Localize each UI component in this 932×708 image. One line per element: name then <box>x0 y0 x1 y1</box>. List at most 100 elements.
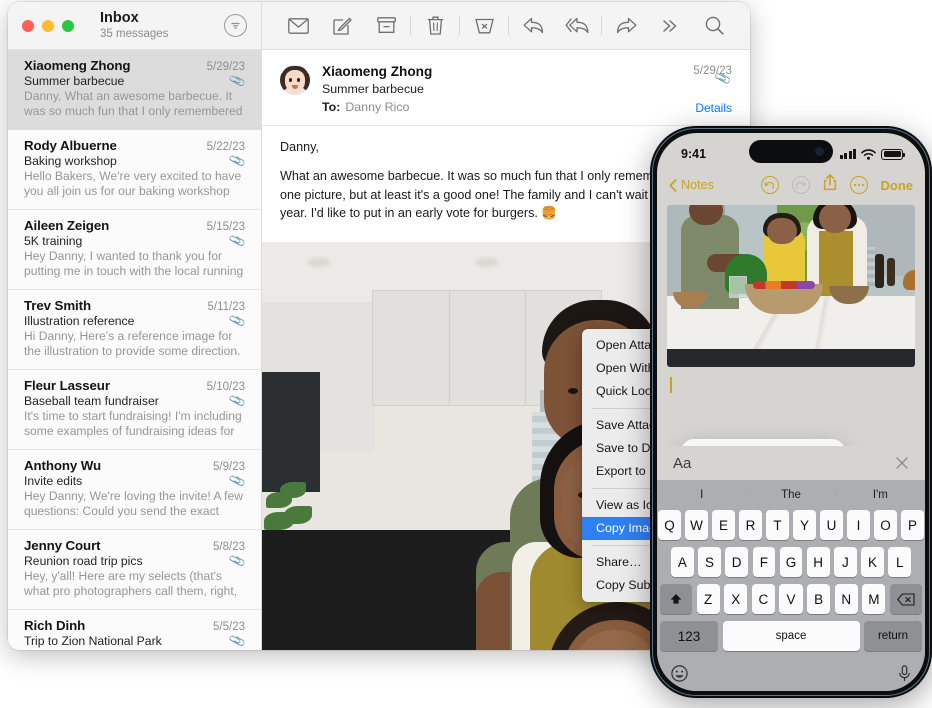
get-mail-icon[interactable] <box>276 11 320 41</box>
key-l[interactable]: L <box>888 547 912 577</box>
return-key[interactable]: return <box>864 621 922 651</box>
message-item-sender: Rich Dinh <box>24 618 86 633</box>
undo-icon[interactable] <box>760 176 779 194</box>
ellipsis-circle-icon[interactable] <box>849 176 868 194</box>
message-list[interactable]: Xiaomeng Zhong 5/29/23 Summer barbecue 📎 Dan… <box>8 50 261 650</box>
notes-done-button[interactable]: Done <box>881 178 914 193</box>
key-c[interactable]: C <box>751 584 775 614</box>
mailbox-heading: Inbox 35 messages <box>100 10 168 41</box>
key-k[interactable]: K <box>861 547 884 577</box>
key-r[interactable]: R <box>739 510 762 540</box>
space-key[interactable]: space <box>722 621 860 651</box>
minimize-window-button[interactable] <box>42 19 54 32</box>
message-item-subject: Illustration reference <box>24 314 135 328</box>
microphone-icon[interactable] <box>898 664 911 682</box>
key-j[interactable]: J <box>834 547 857 577</box>
key-v[interactable]: V <box>779 584 803 614</box>
reply-icon[interactable] <box>511 11 555 41</box>
message-list-item[interactable]: Fleur Lasseur 5/10/23 Baseball team fundra… <box>8 370 261 450</box>
share-icon[interactable] <box>823 174 837 196</box>
key-q[interactable]: Q <box>658 510 681 540</box>
prediction-item[interactable]: I'm <box>835 489 925 501</box>
key-o[interactable]: O <box>874 510 897 540</box>
window-traffic-lights <box>22 19 74 32</box>
message-item-sender: Rody Albuerne <box>24 138 117 153</box>
paperclip-icon: 📎 <box>228 551 247 571</box>
message-header-meta: 5/29/23 📎 Details <box>654 64 732 115</box>
notes-back-button[interactable]: Notes <box>669 178 714 192</box>
message-item-subject: Trip to Zion National Park <box>24 634 162 648</box>
notes-back-label: Notes <box>681 178 714 192</box>
message-header: Xiaomeng Zhong Summer barbecue To: Danny … <box>262 50 750 126</box>
message-list-item[interactable]: Jenny Court 5/8/23 Reunion road trip pics 📎… <box>8 530 261 610</box>
key-s[interactable]: S <box>698 547 721 577</box>
message-item-date: 5/5/23 <box>213 621 245 633</box>
message-recipient-row: To: Danny Rico <box>322 100 642 114</box>
maximize-window-button[interactable] <box>62 19 74 32</box>
key-n[interactable]: N <box>834 584 858 614</box>
more-icon[interactable] <box>648 11 692 41</box>
close-window-button[interactable] <box>22 19 34 32</box>
paperclip-icon: 📎 <box>228 71 247 91</box>
key-i[interactable]: I <box>847 510 870 540</box>
message-item-subject: Baking workshop <box>24 154 117 168</box>
shift-icon[interactable] <box>660 584 692 614</box>
filter-icon[interactable] <box>224 14 247 37</box>
keyboard-row-1[interactable]: QWERTYUIOP <box>657 510 925 540</box>
key-t[interactable]: T <box>766 510 789 540</box>
delete-icon[interactable] <box>413 11 457 41</box>
mailbox-message-count: 35 messages <box>100 28 169 40</box>
message-list-item[interactable]: Trev Smith 5/11/23 Illustration reference 📎… <box>8 290 261 370</box>
note-content-area[interactable]: Pasting from “Danny's MacBook Pro”… Canc… <box>657 201 925 446</box>
key-g[interactable]: G <box>779 547 803 577</box>
message-item-subject: 5K training <box>24 234 83 248</box>
compose-icon[interactable] <box>320 11 364 41</box>
prediction-item[interactable]: The <box>746 489 835 501</box>
message-item-date: 5/11/23 <box>207 301 245 313</box>
key-z[interactable]: Z <box>696 584 720 614</box>
key-x[interactable]: X <box>724 584 748 614</box>
battery-icon <box>881 148 905 160</box>
message-item-subject: Invite edits <box>24 474 83 488</box>
reply-all-icon[interactable] <box>555 11 599 41</box>
predictive-text-bar[interactable]: I The I'm <box>657 480 925 510</box>
key-w[interactable]: W <box>685 510 708 540</box>
text-format-button[interactable]: Aa <box>673 455 691 472</box>
message-list-item[interactable]: Anthony Wu 5/9/23 Invite edits 📎 Hey Danny, … <box>8 450 261 530</box>
to-value: Danny Rico <box>345 100 410 114</box>
delete-key-icon[interactable] <box>889 584 922 614</box>
paperclip-icon: 📎 <box>228 231 247 251</box>
message-list-item[interactable]: Rody Albuerne 5/22/23 Baking workshop 📎 Hell… <box>8 130 261 210</box>
note-photo[interactable] <box>667 205 915 367</box>
paste-dialog-title: Pasting from “Danny's MacBook Pro”… <box>681 439 845 446</box>
message-list-item[interactable]: Aileen Zeigen 5/15/23 5K training 📎 Hey Dann… <box>8 210 261 290</box>
search-icon[interactable] <box>692 11 736 41</box>
message-item-preview: Danny, What an awesome barbecue. It was … <box>24 89 243 120</box>
close-icon[interactable] <box>895 456 909 470</box>
paperclip-icon: 📎 <box>228 151 247 171</box>
key-m[interactable]: M <box>862 584 886 614</box>
keyboard-row-4[interactable]: 123 space return <box>657 621 925 651</box>
key-p[interactable]: P <box>901 510 924 540</box>
numbers-key[interactable]: 123 <box>660 621 718 651</box>
key-u[interactable]: U <box>820 510 843 540</box>
archive-icon[interactable] <box>364 11 408 41</box>
keyboard-row-3[interactable]: ZXCVBNM <box>657 584 925 614</box>
ios-keyboard: I The I'm QWERTYUIOP ASDFGHJKL ZXCVBNM 123… <box>657 480 925 691</box>
emoji-icon[interactable] <box>671 664 688 682</box>
message-list-item[interactable]: Xiaomeng Zhong 5/29/23 Summer barbecue 📎 Dan… <box>8 50 261 130</box>
key-a[interactable]: A <box>670 547 694 577</box>
key-d[interactable]: D <box>725 547 748 577</box>
redo-icon[interactable] <box>791 176 810 194</box>
key-b[interactable]: B <box>807 584 831 614</box>
prediction-item[interactable]: I <box>657 489 746 501</box>
key-h[interactable]: H <box>806 547 830 577</box>
keyboard-row-2[interactable]: ASDFGHJKL <box>657 547 925 577</box>
key-e[interactable]: E <box>712 510 735 540</box>
forward-icon[interactable] <box>604 11 648 41</box>
message-list-item[interactable]: Rich Dinh 5/5/23 Trip to Zion National Par… <box>8 610 261 650</box>
key-f[interactable]: F <box>752 547 776 577</box>
message-item-date: 5/29/23 <box>206 61 245 73</box>
key-y[interactable]: Y <box>793 510 816 540</box>
junk-icon[interactable] <box>462 11 506 41</box>
